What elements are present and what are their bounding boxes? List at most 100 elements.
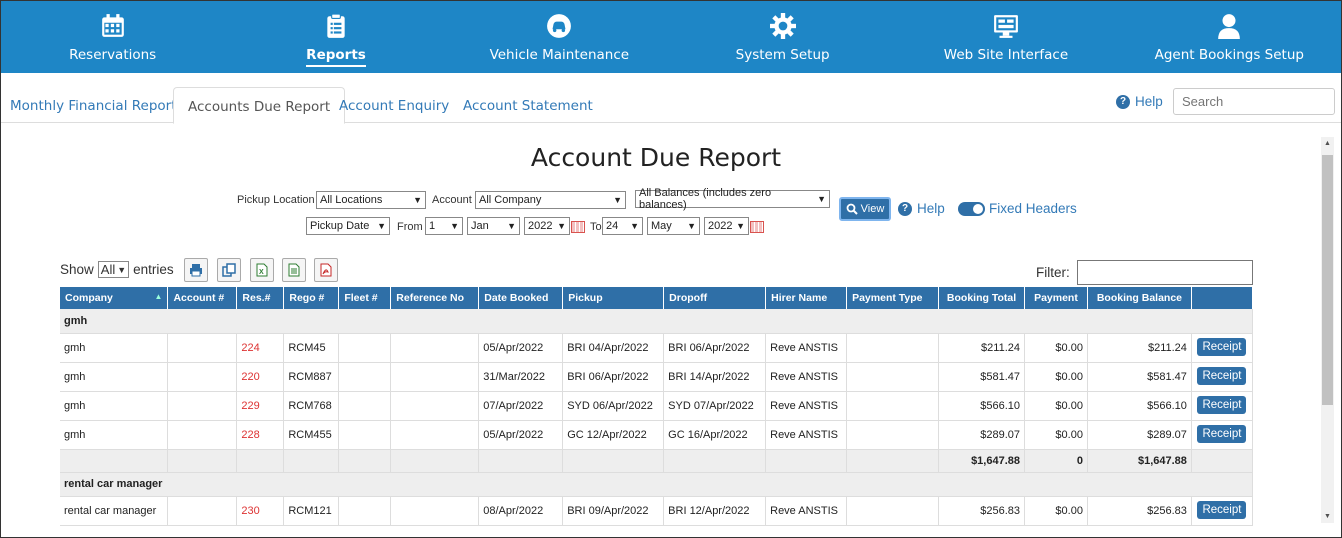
cell-account <box>167 496 238 526</box>
col-payment-type[interactable]: Payment Type <box>846 287 940 309</box>
col-fleet[interactable]: Fleet # <box>338 287 392 309</box>
view-button[interactable]: View <box>839 197 891 221</box>
copy-button[interactable] <box>217 258 241 282</box>
from-year-select[interactable]: 2022 ▼ <box>524 217 570 235</box>
to-day-select[interactable]: 24 ▼ <box>602 217 643 235</box>
fixed-headers-toggle[interactable] <box>958 202 985 216</box>
tab-accounts-due-report[interactable]: Accounts Due Report <box>173 87 346 124</box>
chevron-down-icon: ▼ <box>736 221 745 231</box>
col-pickup[interactable]: Pickup <box>562 287 665 309</box>
cell-rego: RCM768 <box>283 391 340 421</box>
excel-button[interactable]: X <box>250 258 274 282</box>
to-year-select[interactable]: 2022 ▼ <box>704 217 749 235</box>
scroll-up-icon[interactable]: ▲ <box>1324 140 1331 147</box>
scrollbar-thumb[interactable] <box>1322 155 1333 405</box>
receipt-button[interactable]: Receipt <box>1197 424 1247 443</box>
table-row: gmh 229 RCM768 07/Apr/2022 SYD 06/Apr/20… <box>60 391 1254 421</box>
cell-res[interactable]: 229 <box>236 391 285 421</box>
account-select[interactable]: All Company ▼ <box>475 191 626 209</box>
cell-res[interactable]: 230 <box>236 496 285 526</box>
cell-res[interactable]: 224 <box>236 333 285 363</box>
cell-hirer: Reve ANSTIS <box>765 496 848 526</box>
filter-label: Filter: <box>1036 265 1070 280</box>
view-label: View <box>860 203 885 215</box>
tab-monthly-financial-reports[interactable]: Monthly Financial Reports <box>1 87 198 123</box>
to-label: To <box>590 221 602 233</box>
cell-balance: $566.10 <box>1087 391 1192 421</box>
col-hirer-name[interactable]: Hirer Name <box>765 287 848 309</box>
col-company[interactable]: Company ▲ <box>60 287 169 309</box>
cell-hirer: Reve ANSTIS <box>765 391 848 421</box>
cell-fleet <box>338 420 392 450</box>
chevron-down-icon: ▼ <box>687 221 696 231</box>
nav-web-site-interface[interactable]: Web Site Interface <box>894 1 1117 73</box>
account-due-table: Company ▲ Account # Res.# Rego # Fleet # … <box>60 287 1254 526</box>
cell-res[interactable]: 220 <box>236 362 285 392</box>
chevron-down-icon: ▼ <box>117 264 127 275</box>
col-account[interactable]: Account # <box>167 287 238 309</box>
receipt-button[interactable]: Receipt <box>1197 500 1247 519</box>
nav-system-setup[interactable]: System Setup <box>671 1 894 73</box>
cell-booked: 05/Apr/2022 <box>478 420 564 450</box>
fixed-headers-label: Fixed Headers <box>989 201 1077 216</box>
cell-payment: $0.00 <box>1024 362 1088 392</box>
gear-icon <box>769 13 796 39</box>
pdf-button[interactable] <box>314 258 338 282</box>
help-link-2[interactable]: ? Help <box>898 201 945 216</box>
nav-agent-bookings-setup[interactable]: Agent Bookings Setup <box>1118 1 1341 73</box>
nav-label: Vehicle Maintenance <box>489 47 630 63</box>
from-month-value: Jan <box>471 220 489 232</box>
print-icon <box>190 264 202 277</box>
nav-reservations[interactable]: Reservations <box>1 1 224 73</box>
col-booking-total[interactable]: Booking Total <box>938 287 1025 309</box>
nav-reports[interactable]: Reports <box>224 1 447 73</box>
from-day-select[interactable]: 1 ▼ <box>425 217 463 235</box>
help-label: Help <box>917 201 945 216</box>
nav-label: System Setup <box>735 47 830 63</box>
from-year-value: 2022 <box>528 220 553 232</box>
from-day-value: 1 <box>429 220 436 232</box>
cell-booked: 08/Apr/2022 <box>478 496 564 526</box>
from-month-select[interactable]: Jan ▼ <box>467 217 520 235</box>
balance-value: All Balances (includes zero balances) <box>639 187 772 211</box>
clipboard-icon <box>327 13 345 38</box>
col-reference[interactable]: Reference No <box>390 287 480 309</box>
col-res[interactable]: Res.# <box>236 287 285 309</box>
entries-select[interactable]: All ▼ <box>97 261 130 278</box>
cell-fleet <box>338 333 392 363</box>
group-name: rental car manager <box>60 472 1253 497</box>
print-button[interactable] <box>184 258 208 282</box>
copy-icon <box>222 263 236 277</box>
cell-res[interactable]: 228 <box>236 420 285 450</box>
tab-account-statement[interactable]: Account Statement <box>449 87 607 123</box>
col-payment[interactable]: Payment <box>1024 287 1088 309</box>
col-rego[interactable]: Rego # <box>283 287 340 309</box>
pickup-location-select[interactable]: All Locations ▼ <box>316 191 426 209</box>
balance-select[interactable]: All Balances (includes zero balances) ▼ <box>635 187 830 211</box>
cell-company: gmh <box>60 420 169 450</box>
receipt-button[interactable]: Receipt <box>1197 395 1247 414</box>
date-type-select[interactable]: Pickup Date ▼ <box>306 217 390 235</box>
table-row: gmh 224 RCM45 05/Apr/2022 BRI 04/Apr/202… <box>60 333 1254 363</box>
tab-account-enquiry[interactable]: Account Enquiry <box>325 87 463 123</box>
col-booking-balance[interactable]: Booking Balance <box>1087 287 1192 309</box>
vertical-scrollbar[interactable]: ▲ ▼ <box>1321 137 1334 523</box>
search-input[interactable] <box>1173 88 1335 115</box>
receipt-button[interactable]: Receipt <box>1197 337 1247 356</box>
scroll-down-icon[interactable]: ▼ <box>1324 513 1331 520</box>
calendar-icon[interactable] <box>750 221 764 233</box>
cell-action: Receipt <box>1191 496 1254 526</box>
cell-balance: $289.07 <box>1087 420 1192 450</box>
cell-ref <box>390 420 480 450</box>
calendar-icon[interactable] <box>571 221 585 233</box>
to-month-select[interactable]: May ▼ <box>647 217 700 235</box>
table-row: rental car manager 230 RCM121 08/Apr/202… <box>60 496 1254 526</box>
filter-input[interactable] <box>1077 260 1253 285</box>
csv-button[interactable] <box>282 258 306 282</box>
nav-vehicle-maintenance[interactable]: Vehicle Maintenance <box>448 1 671 73</box>
col-date-booked[interactable]: Date Booked <box>478 287 564 309</box>
cell-booked: 05/Apr/2022 <box>478 333 564 363</box>
receipt-button[interactable]: Receipt <box>1197 366 1247 385</box>
col-dropoff[interactable]: Dropoff <box>663 287 767 309</box>
help-link[interactable]: ? Help <box>1116 94 1163 109</box>
